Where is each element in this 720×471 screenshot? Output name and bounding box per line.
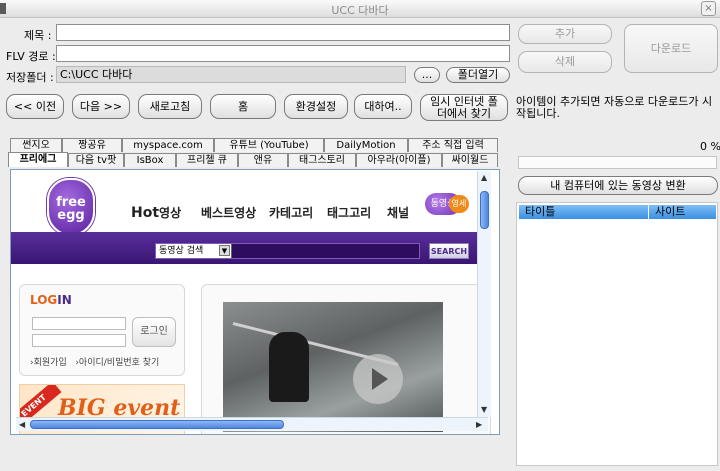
site-search-button[interactable]: SEARCH <box>429 243 469 259</box>
progress-percent: 0 % <box>700 140 720 153</box>
login-title: LOGIN <box>30 293 72 307</box>
download-progress-bar <box>518 156 717 169</box>
tab-dailymotion[interactable]: DailyMotion <box>324 138 408 152</box>
logo-text-egg: egg <box>57 208 85 223</box>
title-bar: UCC 다바다 × <box>0 0 720 18</box>
column-title[interactable]: 타이틀 <box>519 205 649 219</box>
convert-local-video-button[interactable]: 내 컴퓨터에 있는 동영상 변환 <box>518 176 718 195</box>
tab-freechal-q[interactable]: 프리첼 큐 <box>176 153 238 167</box>
scroll-up-icon[interactable]: ▲ <box>481 173 487 182</box>
freeegg-logo[interactable]: free egg <box>47 178 95 236</box>
login-title-b: IN <box>57 293 72 307</box>
video-label: 영상 <box>159 206 182 220</box>
tab-youtube[interactable]: 유튜브 (YouTube) <box>214 138 324 152</box>
scroll-down-icon[interactable]: ▼ <box>481 405 487 414</box>
featured-video-thumbnail[interactable] <box>223 302 443 432</box>
open-folder-button[interactable]: 폴더열기 <box>446 67 510 83</box>
login-title-a: LOG <box>30 293 58 307</box>
delete-button[interactable]: 삭제 <box>518 51 612 73</box>
tab-cyworld[interactable]: 싸이월드 <box>442 153 498 167</box>
orange-badge[interactable]: 영세 <box>449 195 469 213</box>
flv-path-label: FLV 경로 : <box>6 50 56 63</box>
window-title: UCC 다바다 <box>331 4 389 17</box>
tab-direct-url[interactable]: 주소 직접 입력 <box>408 138 498 152</box>
play-icon[interactable] <box>353 354 403 404</box>
menu-best-video[interactable]: 베스트영상 <box>201 204 256 221</box>
add-button[interactable]: 추가 <box>518 24 612 44</box>
flv-path-input[interactable] <box>56 45 510 62</box>
download-list[interactable]: 타이틀 사이트 <box>516 202 718 466</box>
tab-tagstory[interactable]: 태그스토리 <box>288 153 356 167</box>
login-box: LOGIN 로그인 ›회원가입 ›아이디/비밀번호 찾기 <box>19 284 185 376</box>
menu-tagory[interactable]: 태그고리 <box>327 204 371 221</box>
browse-folder-button[interactable]: ... <box>414 67 440 83</box>
web-browser-view[interactable]: free egg Hot영상 베스트영상 카테고리 태그고리 채널 동영상 영세… <box>10 169 500 435</box>
site-header: free egg Hot영상 베스트영상 카테고리 태그고리 채널 동영상 영세 <box>11 170 488 236</box>
tab-freeegg[interactable]: 프리에그 <box>8 152 68 167</box>
tab-myspace[interactable]: myspace.com <box>122 138 214 152</box>
find-account-link[interactable]: ›아이디/비밀번호 찾기 <box>75 358 159 368</box>
tab-jjanggongyu[interactable]: 짱공유 <box>62 138 122 152</box>
temp-internet-folder-button[interactable]: 임시 인터넷 폴더에서 찾기 <box>420 94 508 121</box>
column-site[interactable]: 사이트 <box>649 205 717 219</box>
menu-hot-video[interactable]: Hot영상 <box>131 204 181 221</box>
scroll-left-icon[interactable]: ◀ <box>19 420 25 429</box>
save-folder-input[interactable]: C:\UCC 다바다 <box>56 66 406 83</box>
browser-horizontal-scrollbar[interactable]: ◀ ▶ <box>16 417 488 431</box>
menu-category[interactable]: 카테고리 <box>269 204 313 221</box>
vertical-scroll-thumb[interactable] <box>480 191 489 229</box>
home-button[interactable]: 홈 <box>210 94 276 119</box>
search-type-select[interactable]: 동영상 검색 ▼ <box>156 244 232 258</box>
tab-aura[interactable]: 아우라(아이플) <box>356 153 442 167</box>
join-link[interactable]: ›회원가입 <box>30 358 67 368</box>
chevron-down-icon: ▼ <box>219 245 230 256</box>
tab-isbox[interactable]: IsBox <box>124 153 176 167</box>
close-button[interactable]: × <box>701 1 716 16</box>
auto-download-notice: 아이템이 추가되면 자동으로 다운로드가 시작됩니다. <box>516 95 713 120</box>
about-button[interactable]: 대하여.. <box>354 94 412 119</box>
title-label: 제목 : <box>24 29 52 42</box>
search-type-value: 동영상 검색 <box>159 246 204 256</box>
next-button[interactable]: 다음 >> <box>72 94 130 119</box>
refresh-button[interactable]: 새로고침 <box>138 94 202 119</box>
horizontal-scroll-thumb[interactable] <box>30 420 284 429</box>
login-password-input[interactable] <box>32 334 126 347</box>
scroll-right-icon[interactable]: ▶ <box>476 420 482 429</box>
video-scene-person <box>269 332 309 402</box>
title-input[interactable] <box>56 24 510 41</box>
tab-ssunjio[interactable]: 썬지오 <box>10 138 62 152</box>
login-button[interactable]: 로그인 <box>132 317 176 347</box>
prev-button[interactable]: << 이전 <box>6 94 64 119</box>
settings-button[interactable]: 환경설정 <box>284 94 348 119</box>
login-links: ›회원가입 ›아이디/비밀번호 찾기 <box>30 355 159 368</box>
menu-channel[interactable]: 채널 <box>387 204 409 221</box>
tab-andyou[interactable]: 앤유 <box>238 153 288 167</box>
browser-vertical-scrollbar[interactable]: ▲ ▼ <box>477 171 491 417</box>
download-button[interactable]: 다운로드 <box>624 24 718 73</box>
tab-daum-tvpot[interactable]: 다음 tv팟 <box>68 153 124 167</box>
hot-label: Hot <box>131 205 160 221</box>
login-id-input[interactable] <box>32 317 126 330</box>
save-folder-label: 저장폴더 : <box>6 71 54 84</box>
